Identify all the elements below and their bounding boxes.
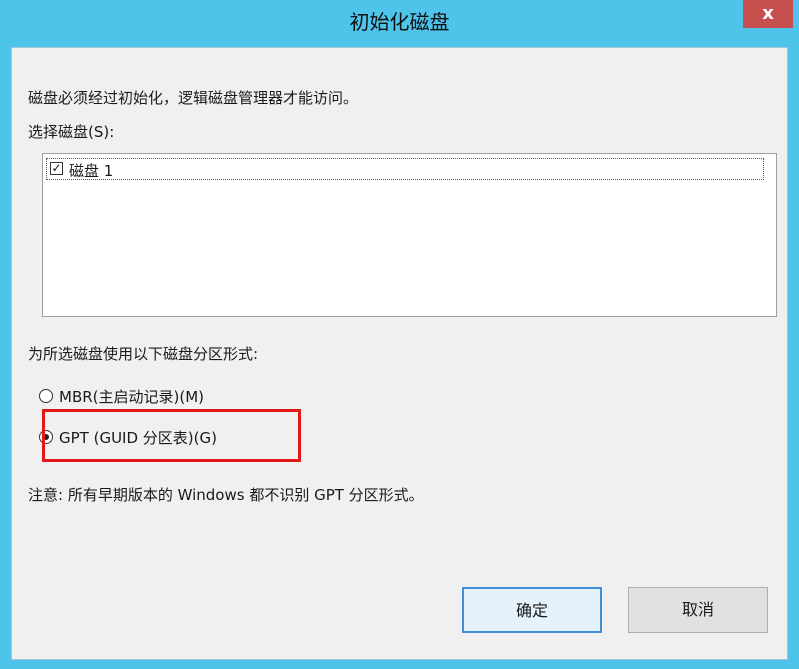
- dialog-body: 磁盘必须经过初始化，逻辑磁盘管理器才能访问。 选择磁盘(S): ✓ 磁盘 1 为…: [11, 47, 788, 660]
- dialog-title: 初始化磁盘: [349, 10, 450, 34]
- compatibility-note: 注意: 所有早期版本的 Windows 都不识别 GPT 分区形式。: [28, 486, 424, 504]
- checkmark-icon: ✓: [51, 161, 62, 175]
- disk-checkbox[interactable]: ✓: [50, 162, 63, 175]
- initialize-disk-dialog: 初始化磁盘 x 磁盘必须经过初始化，逻辑磁盘管理器才能访问。 选择磁盘(S): …: [0, 0, 799, 669]
- disk-item-label: 磁盘 1: [69, 162, 114, 180]
- disk-listbox[interactable]: ✓ 磁盘 1: [42, 153, 777, 317]
- mbr-option-label[interactable]: MBR(主启动记录)(M): [59, 386, 204, 407]
- disk-list-item[interactable]: ✓ 磁盘 1: [46, 158, 764, 180]
- ok-button[interactable]: 确定: [462, 587, 602, 633]
- mbr-radio[interactable]: [39, 389, 53, 403]
- title-bar[interactable]: 初始化磁盘 x: [0, 0, 799, 46]
- description-text: 磁盘必须经过初始化，逻辑磁盘管理器才能访问。: [28, 89, 359, 107]
- select-disk-label: 选择磁盘(S):: [28, 123, 115, 141]
- cancel-button[interactable]: 取消: [628, 587, 768, 633]
- partition-style-label: 为所选磁盘使用以下磁盘分区形式:: [28, 345, 259, 363]
- close-icon: x: [762, 3, 774, 24]
- gpt-highlight-box: [42, 409, 301, 462]
- close-button[interactable]: x: [743, 0, 793, 28]
